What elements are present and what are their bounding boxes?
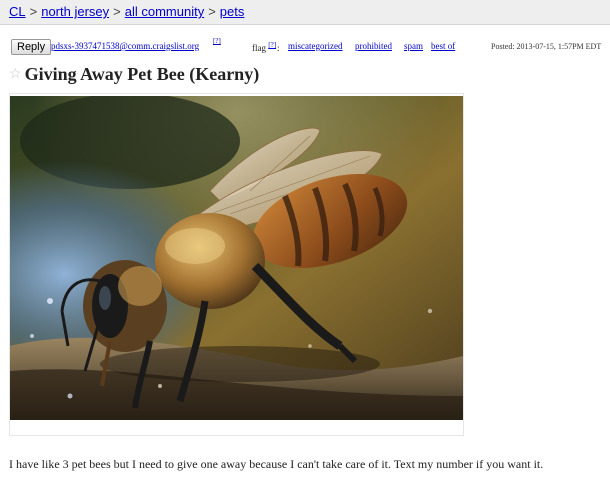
flag-text: flag <box>252 43 266 53</box>
flag-help-link[interactable]: [?] <box>268 41 276 49</box>
breadcrumb: CL > north jersey > all community > pets <box>9 4 244 19</box>
breadcrumb-separator: > <box>208 4 216 19</box>
breadcrumb-bar: CL > north jersey > all community > pets <box>0 0 610 25</box>
posting-title-row: ☆ Giving Away Pet Bee (Kearny) <box>9 64 259 88</box>
breadcrumb-all-community[interactable]: all community <box>125 4 204 19</box>
star-icon[interactable]: ☆ <box>9 66 22 83</box>
photo-frame <box>9 93 464 436</box>
bee-photo <box>10 96 463 420</box>
breadcrumb-separator: > <box>29 4 38 19</box>
flag-label: flag [?]: <box>252 41 280 53</box>
posting-info-bar: Reply pdsxs-3937471538@comm.craigslist.o… <box>11 37 602 57</box>
breadcrumb-pets[interactable]: pets <box>220 4 245 19</box>
email-help-link[interactable]: [?] <box>213 37 221 45</box>
flag-miscategorized-link[interactable]: miscategorized <box>288 41 342 51</box>
reply-email-link[interactable]: pdsxs-3937471538@comm.craigslist.org <box>51 41 199 51</box>
reply-button[interactable]: Reply <box>11 39 52 55</box>
breadcrumb-separator: > <box>113 4 121 19</box>
posted-date: Posted: 2013-07-15, 1:57PM EDT <box>491 42 602 51</box>
flag-colon: : <box>277 43 280 53</box>
posting-body: I have like 3 pet bees but I need to giv… <box>9 457 544 471</box>
flag-prohibited-link[interactable]: prohibited <box>355 41 392 51</box>
breadcrumb-north-jersey[interactable]: north jersey <box>41 4 109 19</box>
flag-best-of-link[interactable]: best of <box>431 41 455 51</box>
breadcrumb-cl[interactable]: CL <box>9 4 26 19</box>
flag-spam-link[interactable]: spam <box>404 41 423 51</box>
posting-title: Giving Away Pet Bee (Kearny) <box>24 64 260 84</box>
